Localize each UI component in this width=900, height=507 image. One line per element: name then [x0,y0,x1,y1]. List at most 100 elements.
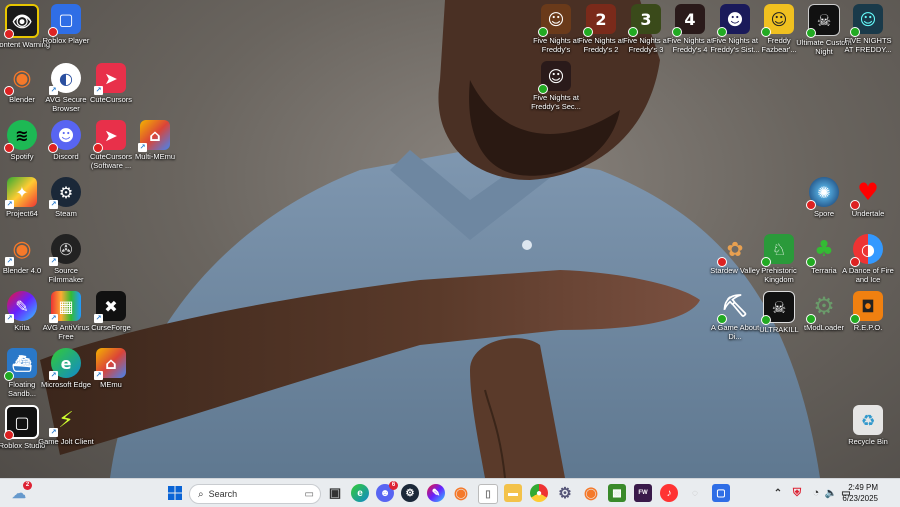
desktop-icon-label: Roblox Player [42,36,90,45]
weather-widget[interactable]: ☁ 2 [10,481,32,502]
desktop-icon-label: FIVE NIGHTS AT FREDDY... [844,36,892,54]
desktop-icon-fnaf-world[interactable]: ☺ FIVE NIGHTS AT FREDDY... [840,4,896,54]
heart-icon: ♥ [850,177,883,210]
desktop-icon-label: Five Nights at Freddy's Sec... [531,93,581,111]
minecraft-taskbar-icon[interactable]: ▩ [608,484,626,502]
fnaf-number: 2 [595,9,607,29]
search-placeholder: Search [208,489,238,499]
dinosaur-icon: ♘ [761,234,794,267]
chicken-icon: ✿ [717,234,750,267]
blender-taskbar-icon[interactable]: ◉ [452,484,470,502]
blender-icon: ◉ [4,63,37,96]
desktop-icon-memu[interactable]: ⌂ ↗ MEmu [83,348,139,389]
desktop-icon-label: MEmu [100,380,122,389]
discord-taskbar-icon[interactable]: ☻ 6 [376,481,398,502]
fnaf-number: 4 [684,9,696,29]
clock[interactable]: 2:49 PM 6/23/2025 [842,482,878,504]
desktop-icon-label: Undertale [851,209,885,218]
desktop-icon-label: A Dance of Fire and Ice [842,266,894,284]
nightmare-icon: 4 [672,4,705,37]
music-taskbar-icon[interactable]: ♪ [660,484,678,502]
springtrap-icon: 3 [628,4,661,37]
gear-icon: ⚙ [806,291,839,324]
memu-icon: ⌂ ↗ [138,120,170,152]
clock-date: 6/23/2025 [842,494,878,503]
ultrakill-icon: ☠ [761,291,795,325]
windows-logo-icon [168,486,182,500]
avg-browser-icon: ◐ ↗ [49,63,81,95]
start-button[interactable] [166,484,184,502]
cursor-icon: ➤ [93,120,126,153]
pizzeria-icon: ☺ [761,4,794,37]
spotify-icon: ≋ [4,120,37,153]
recycle-bin-icon: ♻ [853,405,883,435]
tree-icon: ♣ [806,234,839,267]
weather-badge: 2 [23,481,32,490]
fnaf-world-icon: ☺ [850,4,883,37]
search-icon: ⌕ [198,488,204,500]
app-taskbar-icon[interactable]: ◌ [686,484,704,502]
blender-taskbar-icon-2[interactable]: ◉ [582,484,600,502]
fnaf-taskbar-icon[interactable]: FW [634,484,652,502]
folder-taskbar-icon[interactable]: ▬ [504,484,522,502]
freddy-icon: ☺ [538,4,571,37]
discord-badge: 6 [389,481,398,490]
roblox-taskbar-icon[interactable]: ▢ [712,484,730,502]
desktop-icon-recycle-bin[interactable]: ♻ Recycle Bin [840,405,896,446]
cursor-icon: ➤ ↗ [94,63,126,95]
search-highlight-icon: ▭ [304,488,314,500]
file-taskbar-icon[interactable]: ▯ [478,484,498,504]
desktop-icon-dance-fire-ice[interactable]: ◑ A Dance of Fire and Ice [840,234,896,284]
desktop-icon-cutecursors[interactable]: ➤ ↗ CuteCursors [83,63,139,104]
desktop-icon-roblox-player[interactable]: ▢ Roblox Player [38,4,94,45]
avg-antivirus-icon: ▦ ↗ [49,291,81,323]
security-breach-icon: ☺ [538,61,571,94]
ship-icon: ⛴ [4,348,37,381]
roblox-studio-icon: ▢ [4,405,39,440]
desktop-icon-undertale[interactable]: ♥ Undertale [840,177,896,218]
roblox-icon: ▢ [48,4,81,37]
repo-icon: ◘ [850,291,883,324]
memu-icon: ⌂ ↗ [94,348,126,380]
desktop-icon-curseforge[interactable]: ✖ ↗ CurseForge [83,291,139,332]
chrome-taskbar-icon[interactable]: ● [530,484,548,502]
project64-icon: ✦ ↗ [5,177,37,209]
clock-time: 2:49 PM [848,483,878,492]
fire-ice-icon: ◑ [850,234,883,267]
desktop-icon-steam[interactable]: ⚙ ↗ Steam [38,177,94,218]
fnaf-number: 3 [640,9,652,29]
krita-taskbar-icon[interactable]: ✎ [427,484,445,502]
desktop-icon-fnaf-security[interactable]: ☺ Five Nights at Freddy's Sec... [528,61,584,111]
settings-taskbar-icon[interactable]: ⚙ [556,484,574,502]
desktop-icon-label: Steam [55,209,77,218]
desktop-icon-game-jolt[interactable]: ⚡ ↗ Game Jolt Client [38,405,94,447]
chevron-up-icon[interactable]: ⌃ [769,484,787,502]
steam-icon: ⚙ ↗ [49,177,81,209]
content-warning-icon: 👁 [4,4,39,39]
krita-icon: ✎ ↗ [5,291,37,323]
freddy-2-icon: 2 [583,4,616,37]
circus-baby-icon: ☻ [717,4,750,37]
desktop-icon-label: Source Filmmaker [48,266,84,284]
discord-icon: ☻ [48,120,81,153]
desktop-icon-label: Multi-MEmu [134,152,175,161]
shovel-icon: ⛏ [717,291,750,324]
curseforge-icon: ✖ ↗ [94,291,126,323]
antivirus-tray-icon[interactable]: ⛨ [788,484,806,502]
edge-taskbar-icon[interactable]: e [351,484,369,502]
desktop-icon-label: CurseForge [91,323,131,332]
ucn-icon: ☠ [806,4,840,38]
desktop-icon-source-filmmaker[interactable]: ✇ ↗ Source Filmmaker [38,234,94,284]
search-box[interactable]: ⌕ Search ▭ [189,484,321,504]
desktop-icon-multi-memu[interactable]: ⌂ ↗ Multi-MEmu [127,120,183,161]
desktop-icon-repo[interactable]: ◘ R.E.P.O. [840,291,896,332]
desktop-icon-label: CuteCursors [89,95,133,104]
blender-icon: ◉ ↗ [5,236,32,266]
spore-icon: ✺ [806,177,839,210]
edge-icon: e ↗ [49,348,81,380]
task-view-icon[interactable]: ▣ [326,484,344,502]
taskbar: ☁ 2 ⌕ Search ▭ ▣ e ☻ 6 ⚙ ✎ ◉ ▯ ▬ ● ⚙ ◉ ▩… [0,478,900,507]
film-reel-icon: ✇ ↗ [49,234,81,266]
steam-taskbar-icon[interactable]: ⚙ [401,484,419,502]
desktop-icon-label: Recycle Bin [848,437,888,446]
